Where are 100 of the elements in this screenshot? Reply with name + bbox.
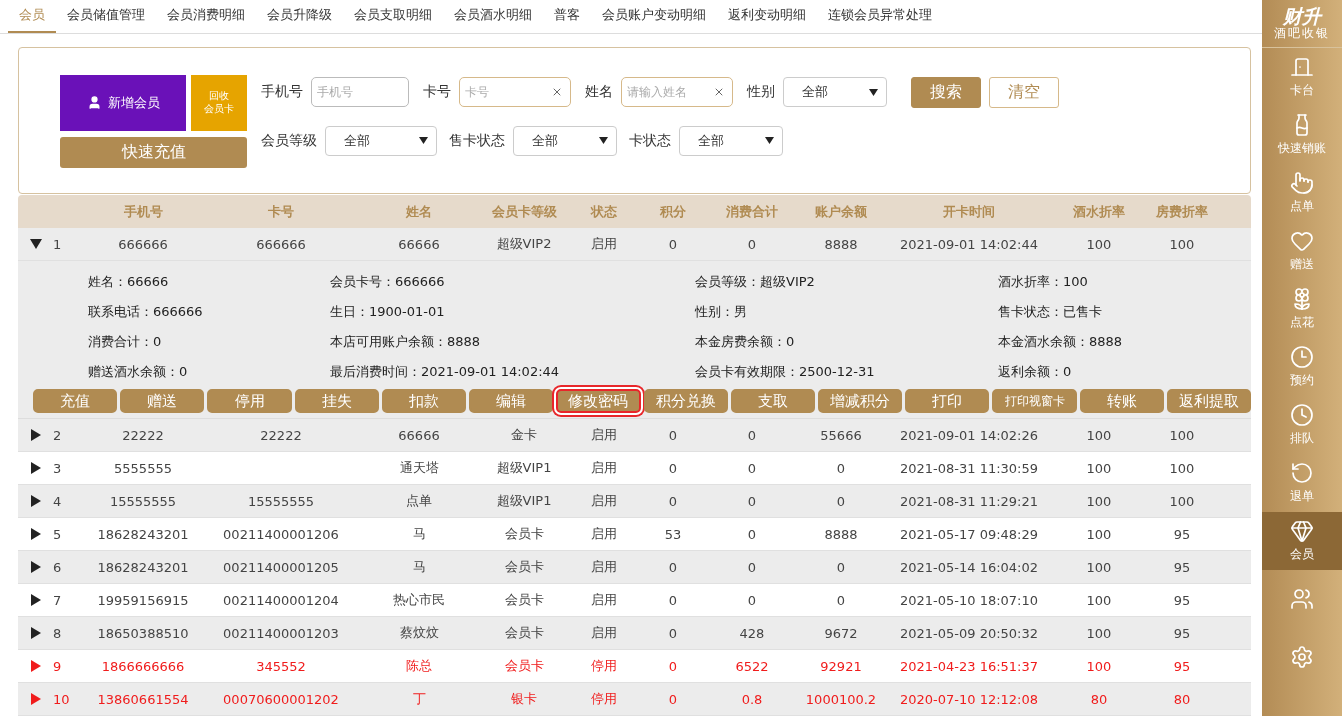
caret-icon	[419, 137, 428, 145]
dropdown-select[interactable]: 全部	[325, 125, 437, 156]
table-row[interactable]: 6 18628243201 00211400001205 马 会员卡 启用 0 0 0 2021-05-14 16:04:02 100 95	[18, 551, 1251, 584]
table-row[interactable]: 8 18650388510 00211400001203 蔡炆炆 会员卡 启用 0 428 9672 2021-05-09 20:50:32 100 95	[18, 617, 1251, 650]
expand-arrow-icon[interactable]	[30, 561, 42, 573]
column-header: 会员卡等级	[490, 202, 558, 221]
expand-arrow-icon[interactable]	[30, 429, 42, 441]
column-header: 房费折率	[1155, 202, 1209, 221]
table-cell-text: 通天塔	[398, 459, 440, 477]
action-button[interactable]: 积分兑换	[643, 389, 728, 413]
sidebar-item[interactable]: 快速销账	[1262, 106, 1342, 164]
table-cell-text: 丁	[411, 690, 427, 708]
detail-text: 赠送酒水余额：0	[88, 363, 189, 381]
table-cell-text: 666666	[117, 236, 169, 252]
table-cell-text: 100	[1085, 236, 1113, 252]
table-cell-text: 8888	[823, 236, 859, 252]
nav-tab[interactable]: 返利变动明细	[717, 0, 817, 33]
action-button[interactable]: 增减积分	[817, 389, 903, 413]
action-button[interactable]: 返利提取	[1166, 389, 1252, 413]
field-label: 卡号	[423, 83, 451, 102]
sidebar-item[interactable]: 排队	[1262, 396, 1342, 454]
table-cell-text: 95	[1172, 526, 1192, 542]
detail-text: 姓名：66666	[88, 273, 170, 291]
input-field[interactable]: 手机号	[311, 77, 409, 108]
action-button[interactable]: 充值	[33, 389, 118, 413]
expand-arrow-icon[interactable]	[30, 594, 42, 606]
action-button[interactable]: 支取	[730, 389, 815, 413]
table-cell-text: 2021-08-31 11:30:59	[898, 460, 1040, 476]
action-button[interactable]: 挂失	[294, 389, 379, 413]
table-row[interactable]: 1 666666 666666 66666 超级VIP2 启用 0 0 8888 2021-09-01 14:02:44 100 100	[18, 228, 1251, 261]
table-cell-text: 马	[411, 525, 427, 543]
column-header: 手机号	[122, 202, 164, 221]
table-cell-text: 19959156915	[96, 592, 190, 608]
table-cell-text: 0	[835, 493, 847, 509]
nav-tab[interactable]: 普客	[543, 0, 591, 33]
nav-tab[interactable]: 会员储值管理	[56, 0, 156, 33]
nav-tab[interactable]: 连锁会员异常处理	[817, 0, 943, 33]
table-cell-text: 66666	[397, 236, 441, 252]
nav-tab[interactable]: 会员升降级	[256, 0, 343, 33]
row-number: 3	[53, 460, 62, 476]
table-cell-text: 18628243201	[96, 559, 190, 575]
clear-button[interactable]: 清空	[989, 76, 1059, 108]
expand-arrow-icon[interactable]	[30, 495, 42, 507]
table-cell-text: 100	[1168, 236, 1196, 252]
table-cell-text: 2021-04-23 16:51:37	[898, 658, 1040, 674]
action-button[interactable]: 编辑	[469, 389, 554, 413]
action-button[interactable]: 打印	[905, 389, 990, 413]
expand-arrow-icon[interactable]	[30, 627, 42, 639]
nav-tab[interactable]: 会员	[8, 0, 56, 33]
nav-tab[interactable]: 会员账户变动明细	[591, 0, 717, 33]
table-cell-text: 00211400001205	[222, 559, 340, 575]
table-cell-text: 22222	[121, 427, 165, 443]
table-row[interactable]: 2 22222 22222 66666 金卡 启用 0 0 55666 2021-09-01 14:02:26 100 100	[18, 419, 1251, 452]
detail-text: 性别：男	[695, 303, 748, 321]
table-cell-text: 2021-08-31 11:29:21	[898, 493, 1040, 509]
nav-tab[interactable]: 会员消费明细	[156, 0, 256, 33]
action-button[interactable]: 打印视窗卡	[992, 389, 1077, 413]
sidebar-item[interactable]: 赠送	[1262, 222, 1342, 280]
sidebar-item[interactable]: 会员	[1262, 512, 1342, 570]
action-button[interactable]: 停用	[207, 389, 292, 413]
gender-select[interactable]: 全部	[783, 77, 887, 108]
column-header: 账户余额	[814, 202, 868, 221]
collapse-arrow-icon[interactable]	[30, 238, 42, 250]
table-row[interactable]: 4 15555555 15555555 点单 超级VIP1 启用 0 0 0 2021-08-31 11:29:21 100 100	[18, 485, 1251, 518]
sidebar-item[interactable]: 退单	[1262, 454, 1342, 512]
table-cell-text: 2021-05-10 18:07:10	[898, 592, 1040, 608]
action-button[interactable]: 扣款	[381, 389, 467, 413]
sidebar-item[interactable]: 卡台	[1262, 48, 1342, 106]
detail-text: 会员卡有效期限：2500-12-31	[695, 363, 876, 381]
input-field[interactable]: 请输入姓名	[621, 77, 733, 108]
quick-recharge-button[interactable]: 快速充值	[60, 136, 247, 168]
dropdown-select[interactable]: 全部	[679, 125, 783, 156]
nav-tab[interactable]: 会员酒水明细	[443, 0, 543, 33]
expand-arrow-icon[interactable]	[30, 462, 42, 474]
action-button[interactable]: 赠送	[120, 389, 205, 413]
table-row[interactable]: 10 13860661554 00070600001202 丁 银卡 停用 0 0.8 1000100.2 2020-07-10 12:12:08 80 80	[18, 683, 1251, 716]
table-cell-text: 15555555	[246, 493, 316, 509]
input-field[interactable]: 卡号	[459, 77, 571, 108]
table-cell-text: 启用	[590, 525, 618, 543]
sidebar-item[interactable]: 点单	[1262, 164, 1342, 222]
action-button[interactable]: 转账	[1079, 389, 1164, 413]
field-label: 手机号	[261, 83, 303, 102]
table-cell-text: 2021-09-01 14:02:26	[898, 427, 1040, 443]
table-cell-text: 95	[1172, 559, 1192, 575]
field-label: 性别	[747, 83, 775, 102]
add-member-button[interactable]: 新增会员	[60, 74, 186, 131]
expand-arrow-icon[interactable]	[30, 528, 42, 540]
table-cell-text: 100	[1168, 427, 1196, 443]
logo-subtitle: 酒吧收银	[1274, 26, 1330, 42]
table-cell-text: 银卡	[510, 690, 538, 708]
caret-icon	[869, 88, 878, 96]
recycle-card-button[interactable]: 回收 会员卡	[191, 74, 247, 131]
sidebar-item[interactable]: 点花	[1262, 280, 1342, 338]
caret-icon	[599, 137, 608, 145]
table-cell-text: 启用	[590, 558, 618, 576]
undo-icon	[1290, 461, 1314, 485]
dropdown-select[interactable]: 全部	[513, 125, 617, 156]
nav-tab[interactable]: 会员支取明细	[343, 0, 443, 33]
sidebar-item[interactable]: 预约	[1262, 338, 1342, 396]
search-button[interactable]: 搜索	[911, 76, 981, 108]
